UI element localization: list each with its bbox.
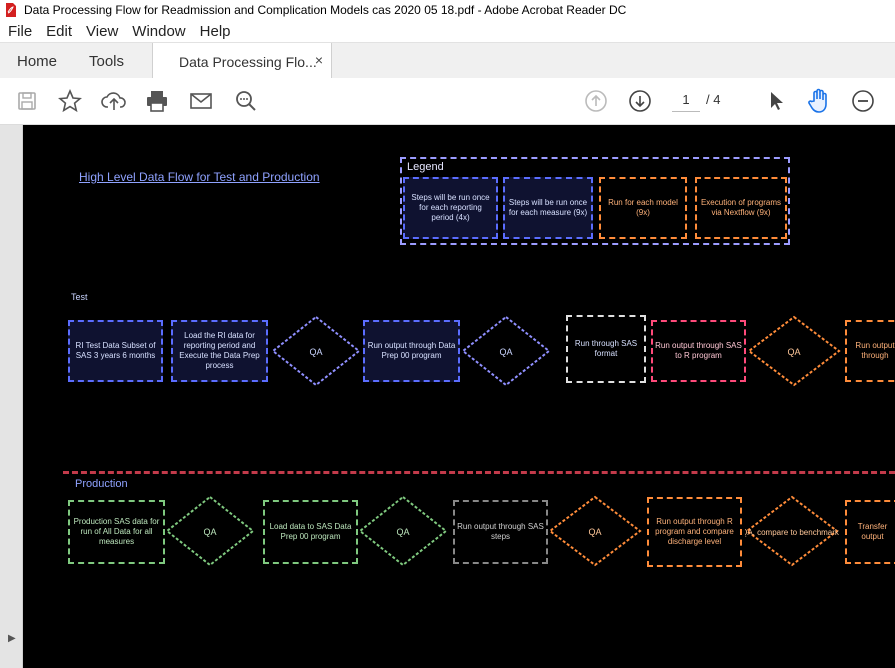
test-step-9: Run output through [845,320,895,382]
test-qa-diamond-3: QA [747,315,841,387]
test-qa-label-3: QA [787,347,800,357]
search-zoom-icon[interactable] [233,88,259,114]
prod-qa-diamond-1: QA [165,495,255,567]
test-step-4: Run output through Data Prep 00 program [363,320,460,382]
tab-document[interactable]: Data Processing Flo... × [152,43,332,80]
prod-step-5: Run output through SAS steps [453,500,548,564]
test-qa-label-2: QA [499,347,512,357]
previous-page-icon[interactable] [583,88,609,114]
prod-step-9: Transfer output [845,500,895,564]
close-tab-icon[interactable]: × [315,52,323,68]
tab-home[interactable]: Home [17,43,57,79]
email-icon[interactable] [188,88,214,114]
window-title: Data Processing Flow for Readmission and… [24,3,627,17]
menu-edit[interactable]: Edit [38,23,78,40]
menu-file[interactable]: File [0,23,38,40]
document-viewer[interactable]: ▶ High Level Data Flow for Test and Prod… [0,125,895,668]
diagram-heading: High Level Data Flow for Test and Produc… [79,170,320,184]
prod-qa-label-3: QA [588,527,601,537]
toolbar: 1 / 4 [0,78,895,125]
test-step-1: RI Test Data Subset of SAS 3 years 6 mon… [68,320,163,382]
prod-qa-diamond-2: QA [358,495,448,567]
legend-item-measure: Steps will be run once for each measure … [503,177,593,239]
next-page-icon[interactable] [627,88,653,114]
test-qa-label-1: QA [309,347,322,357]
hand-tool-icon[interactable] [806,88,832,114]
tab-document-label: Data Processing Flo... [179,53,317,70]
prod-qa-label-1: QA [203,527,216,537]
page-total: / 4 [706,92,721,107]
legend-title: Legend [407,161,444,173]
acrobat-pdf-icon [4,3,18,17]
navigation-pane-strip[interactable]: ▶ [0,125,23,668]
page-number-input[interactable]: 1 [672,89,700,112]
print-icon[interactable] [144,88,170,114]
test-row-label: Test [71,292,88,302]
select-cursor-icon[interactable] [763,88,789,114]
test-step-7: Run output through SAS to R program [651,320,746,382]
production-row-label: Production [75,478,128,490]
test-step-6: Run through SAS format [566,315,646,383]
prod-step-7: Run output through R program and compare… [647,497,742,567]
save-icon[interactable] [14,88,40,114]
tab-bar: Home Tools Data Processing Flo... × [0,42,895,80]
title-bar: Data Processing Flow for Readmission and… [0,0,895,20]
test-step-2: Load the RI data for reporting period an… [171,320,268,382]
cloud-upload-icon[interactable] [101,88,127,114]
menu-help[interactable]: Help [192,23,237,40]
menu-window[interactable]: Window [124,23,191,40]
menu-view[interactable]: View [78,23,124,40]
menu-bar: File Edit View Window Help [0,20,895,42]
prod-step-1: Production SAS data for run of All Data … [68,500,165,564]
legend-item-nextflow: Execution of programs via Nextflow (9x) [695,177,787,239]
legend-item-period: Steps will be run once for each reportin… [403,177,498,239]
pdf-page[interactable]: High Level Data Flow for Test and Produc… [23,125,895,668]
star-bookmark-icon[interactable] [57,88,83,114]
row-divider [63,471,895,474]
prod-qa-label-4: QA, compare to benchmarks [745,528,839,537]
expand-pane-icon[interactable]: ▶ [8,633,16,644]
prod-qa-diamond-4: QA, compare to benchmarks [745,495,839,567]
zoom-out-icon[interactable] [850,88,876,114]
tab-tools[interactable]: Tools [89,43,124,79]
prod-qa-label-2: QA [396,527,409,537]
test-qa-diamond-2: QA [461,315,551,387]
prod-step-3: Load data to SAS Data Prep 00 program [263,500,358,564]
test-qa-diamond-1: QA [271,315,361,387]
legend-item-model: Run for each model (9x) [599,177,687,239]
prod-qa-diamond-3: QA [548,495,642,567]
